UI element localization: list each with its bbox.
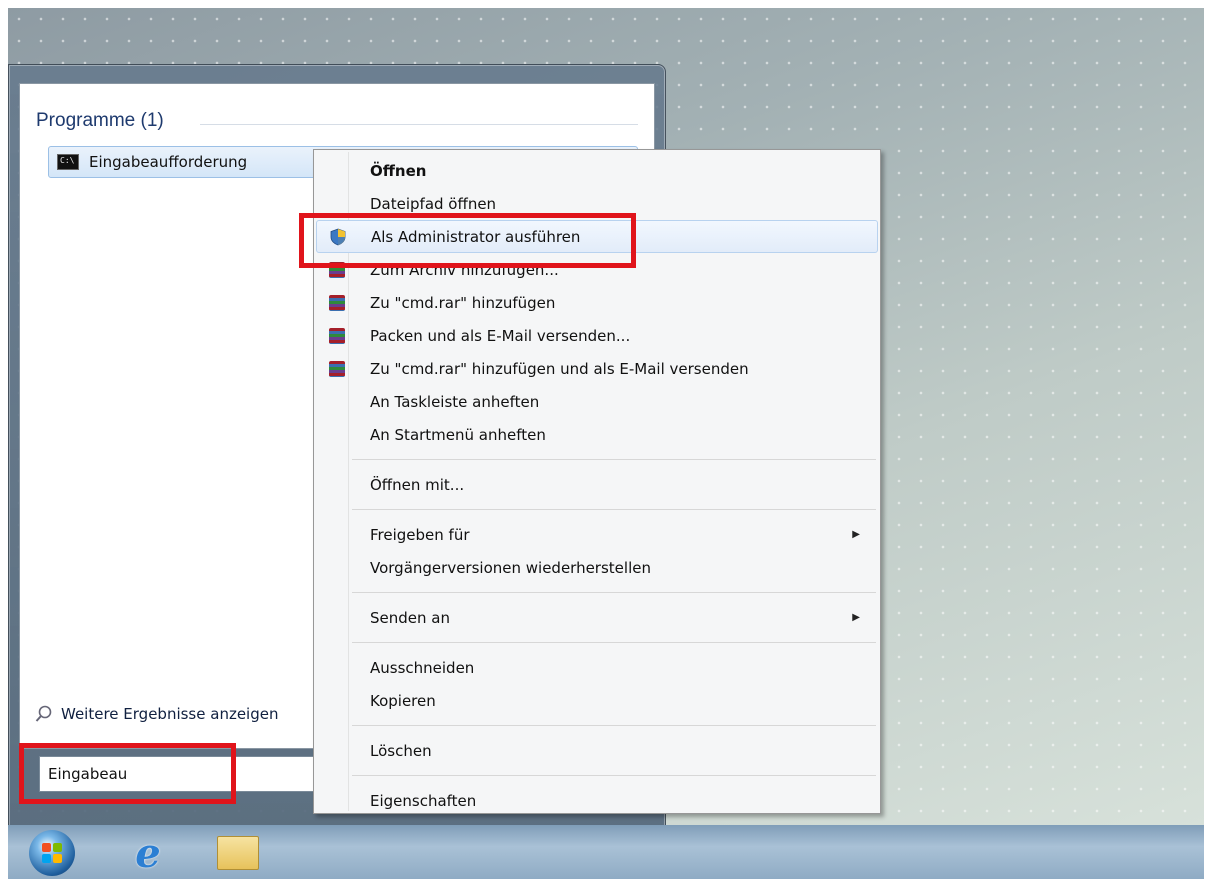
menu-item-open[interactable]: Öffnen [316, 154, 878, 187]
menu-separator [352, 725, 876, 726]
search-icon [35, 705, 52, 722]
menu-item-cut[interactable]: Ausschneiden [316, 651, 878, 684]
taskbar: e [8, 825, 1204, 879]
menu-item-open-file-location[interactable]: Dateipfad öffnen [316, 187, 878, 220]
taskbar-explorer[interactable] [214, 829, 262, 877]
group-divider [200, 124, 638, 125]
start-button[interactable] [28, 829, 76, 877]
menu-item-add-rar-and-email[interactable]: Zu "cmd.rar" hinzufügen und als E-Mail v… [316, 352, 878, 385]
menu-separator [352, 459, 876, 460]
menu-separator [352, 509, 876, 510]
menu-item-pin-to-start-menu[interactable]: An Startmenü anheften [316, 418, 878, 451]
menu-item-share-with[interactable]: Freigeben für ▶ [316, 518, 878, 551]
menu-item-add-to-archive[interactable]: Zum Archiv hinzufügen... [316, 253, 878, 286]
uac-shield-icon [329, 228, 347, 246]
submenu-arrow-icon: ▶ [852, 612, 860, 623]
start-orb-icon [29, 830, 75, 876]
menu-item-restore-previous-versions[interactable]: Vorgängerversionen wiederherstellen [316, 551, 878, 584]
winrar-icon [328, 261, 346, 279]
winrar-icon [328, 327, 346, 345]
explorer-folder-icon [217, 836, 259, 870]
menu-item-delete[interactable]: Löschen [316, 734, 878, 767]
menu-item-copy[interactable]: Kopieren [316, 684, 878, 717]
menu-item-add-to-cmd-rar[interactable]: Zu "cmd.rar" hinzufügen [316, 286, 878, 319]
context-menu: Öffnen Dateipfad öffnen Als Administrato… [313, 149, 881, 814]
menu-separator [352, 642, 876, 643]
winrar-icon [328, 360, 346, 378]
submenu-arrow-icon: ▶ [852, 529, 860, 540]
menu-separator [352, 775, 876, 776]
command-prompt-icon: C:\ [57, 154, 79, 170]
menu-item-properties[interactable]: Eigenschaften [316, 784, 878, 817]
more-results-label: Weitere Ergebnisse anzeigen [61, 705, 279, 723]
winrar-icon [328, 294, 346, 312]
menu-item-send-to[interactable]: Senden an ▶ [316, 601, 878, 634]
taskbar-internet-explorer[interactable]: e [124, 829, 172, 877]
menu-separator [352, 592, 876, 593]
menu-item-open-with[interactable]: Öffnen mit... [316, 468, 878, 501]
menu-item-pack-and-email[interactable]: Packen und als E-Mail versenden... [316, 319, 878, 352]
result-item-label: Eingabeaufforderung [89, 153, 248, 171]
internet-explorer-icon: e [135, 829, 161, 877]
more-results-link[interactable]: Weitere Ergebnisse anzeigen [35, 705, 278, 723]
menu-item-run-as-admin[interactable]: Als Administrator ausführen [316, 220, 878, 253]
group-header-programs: Programme (1) [36, 110, 164, 131]
menu-item-pin-to-taskbar[interactable]: An Taskleiste anheften [316, 385, 878, 418]
